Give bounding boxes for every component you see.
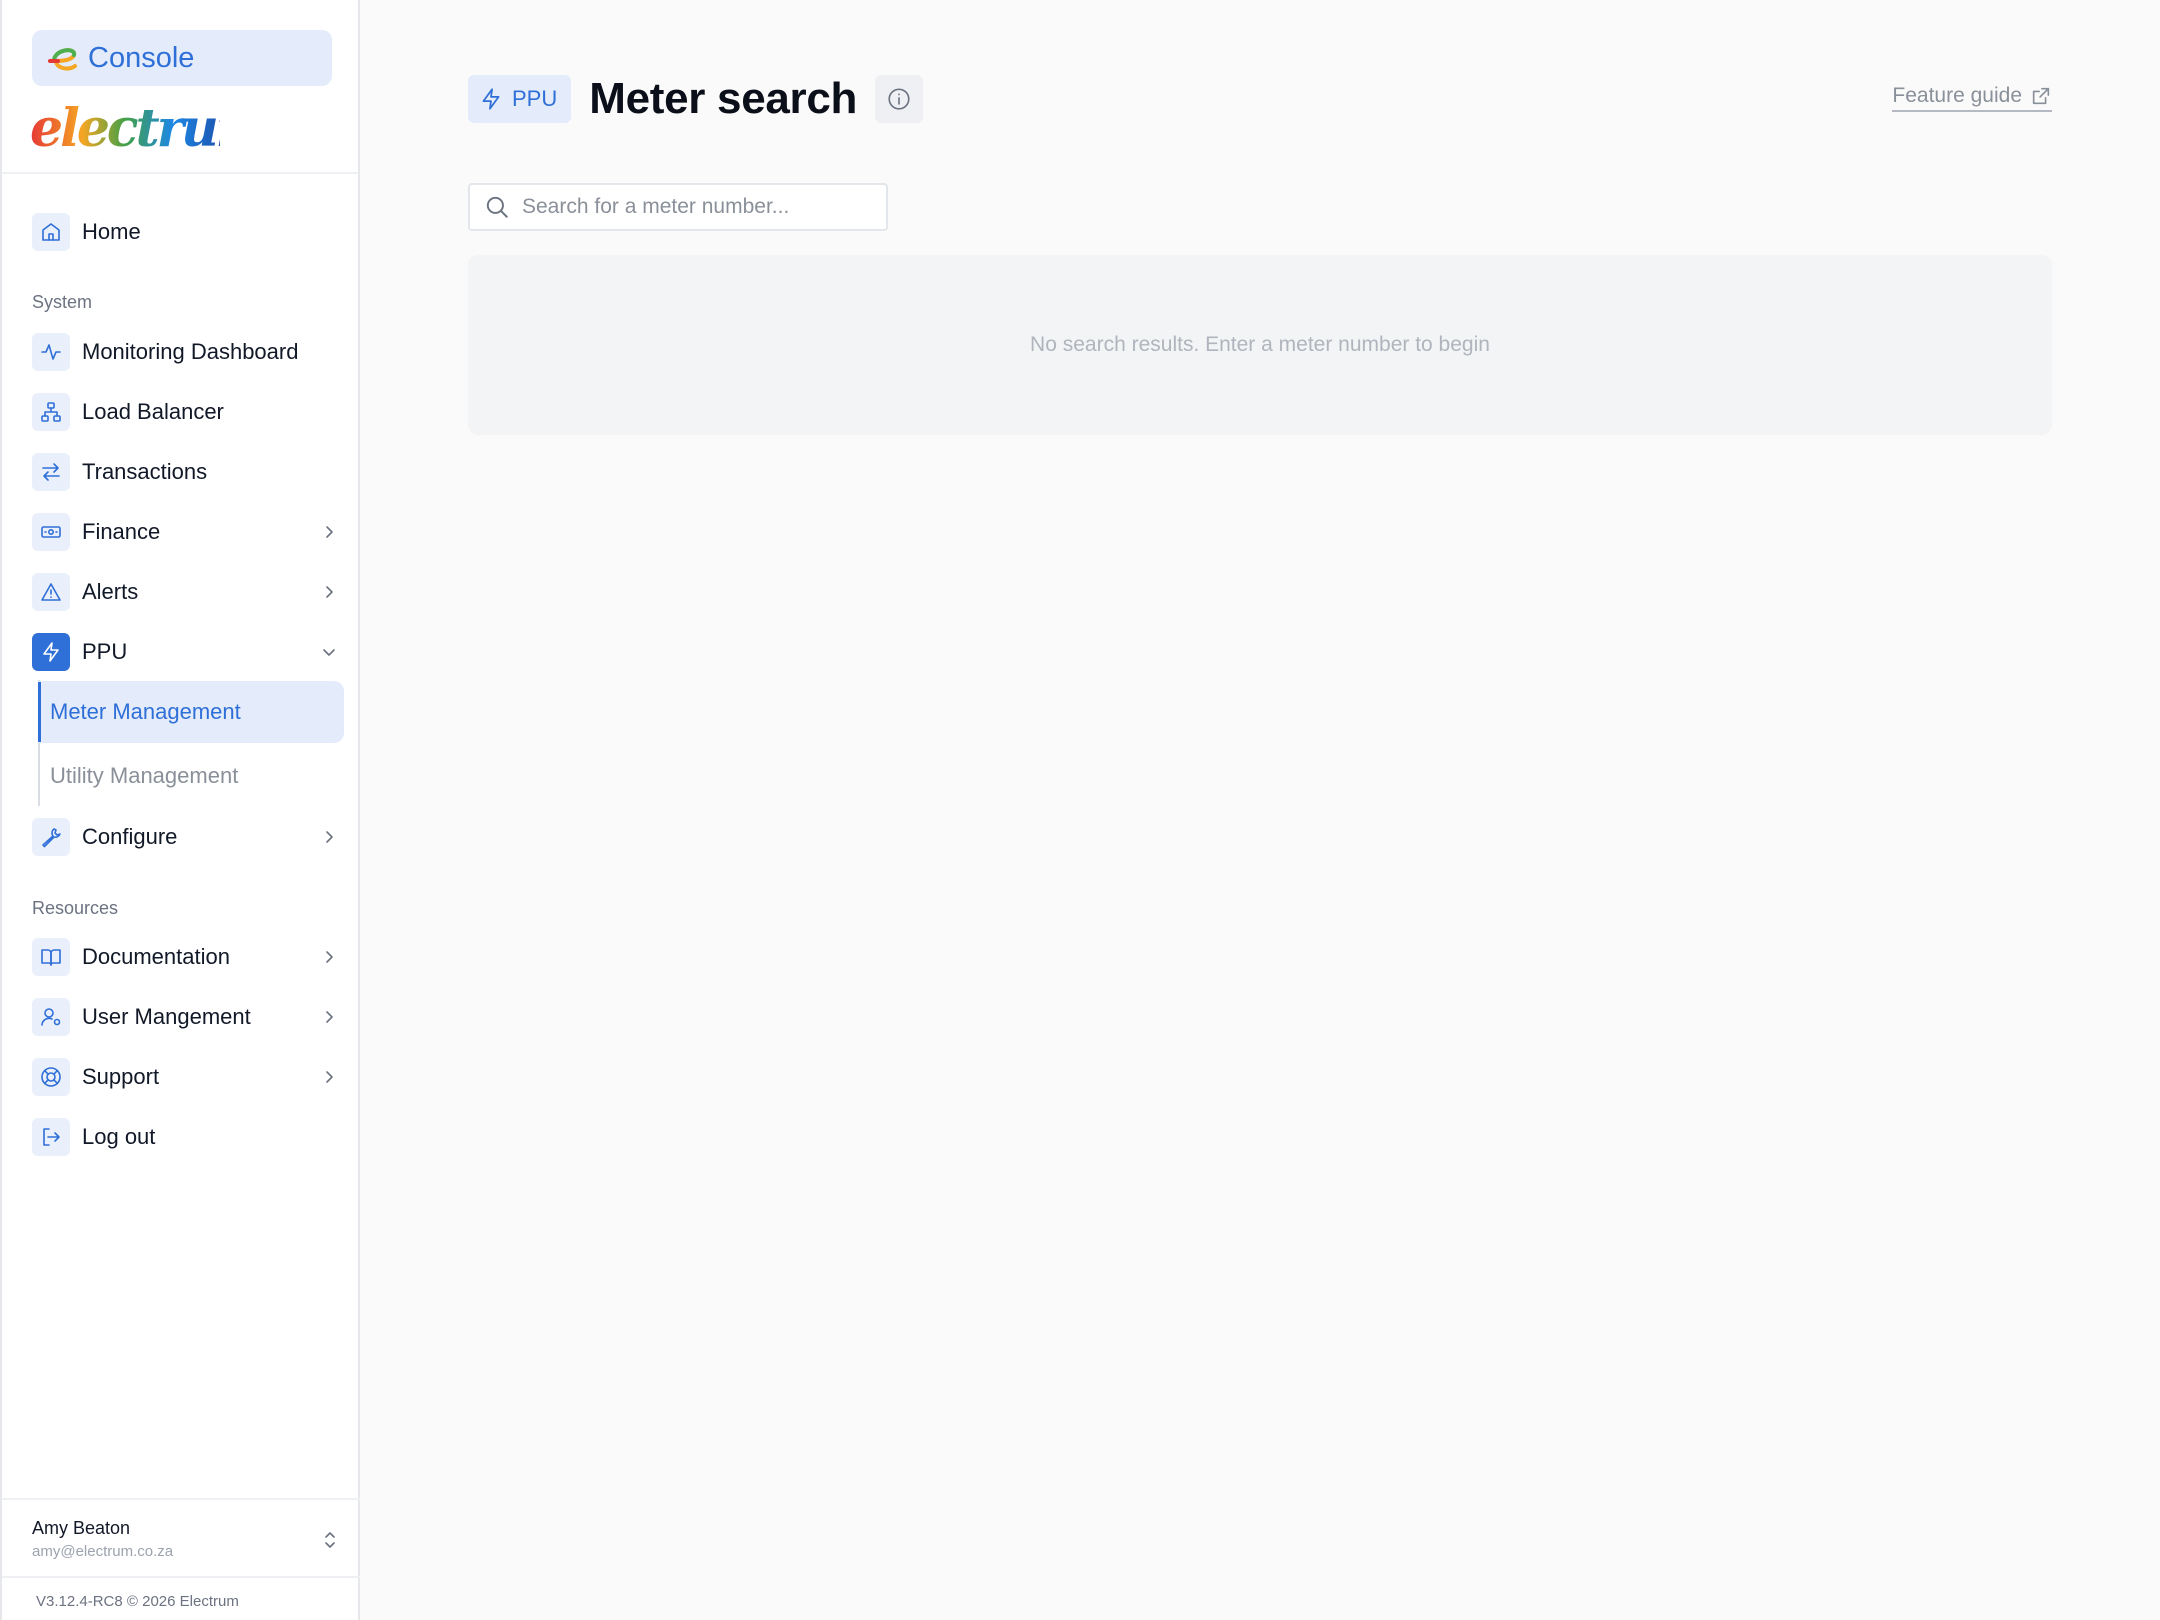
nav-item-user-management[interactable]: User Mangement xyxy=(32,995,342,1039)
brand-area: Console electrum xyxy=(2,0,358,174)
nav-item-label: Support xyxy=(82,1064,160,1089)
feature-guide-label: Feature guide xyxy=(1892,84,2022,107)
log-out-icon xyxy=(32,1118,70,1156)
info-icon xyxy=(888,88,910,110)
meter-search-box[interactable] xyxy=(468,183,888,231)
chevron-down-icon xyxy=(323,649,335,656)
main-content: PPU Meter search Feature guide No search… xyxy=(360,0,2160,1620)
nav-item-transactions[interactable]: Transactions xyxy=(32,450,342,494)
nav-item-monitoring-dashboard[interactable]: Monitoring Dashboard xyxy=(32,330,342,374)
nav-item-home[interactable]: Home xyxy=(32,210,342,254)
lightning-icon xyxy=(32,633,70,671)
nav-item-ppu[interactable]: PPU xyxy=(32,630,342,674)
nav-item-support[interactable]: Support xyxy=(32,1055,342,1099)
user-email: amy@electrum.co.za xyxy=(32,1543,174,1560)
version-footer: V3.12.4-RC8 © 2026 Electrum xyxy=(36,1593,239,1610)
nav-item-load-balancer[interactable]: Load Balancer xyxy=(32,390,342,434)
sidebar: Console electrum Home System xyxy=(0,0,360,1620)
feature-guide-link[interactable]: Feature guide xyxy=(1892,84,2052,112)
meter-search-input[interactable] xyxy=(522,195,882,219)
nav-item-finance[interactable]: Finance xyxy=(32,510,342,554)
chevron-right-icon xyxy=(326,951,333,963)
console-switcher[interactable]: Console xyxy=(32,30,332,86)
nav-item-label: PPU xyxy=(82,639,128,664)
page-header: PPU Meter search Feature guide xyxy=(468,74,2052,124)
life-buoy-icon xyxy=(32,1058,70,1096)
nav-item-configure[interactable]: Configure xyxy=(32,815,342,859)
electrum-e-icon xyxy=(48,48,77,71)
nav-item-documentation[interactable]: Documentation xyxy=(32,935,342,979)
search-results-panel: No search results. Enter a meter number … xyxy=(468,255,2052,435)
wrench-icon xyxy=(32,818,70,856)
chevron-right-icon xyxy=(326,1011,333,1023)
arrows-exchange-icon xyxy=(32,453,70,491)
book-open-icon xyxy=(32,938,70,976)
section-label-system: System xyxy=(32,292,93,312)
chevron-up-down-icon xyxy=(325,1532,335,1548)
electrum-logo: electrum xyxy=(30,98,220,159)
nav-item-label: Alerts xyxy=(82,579,139,604)
alert-triangle-icon xyxy=(32,573,70,611)
search-icon xyxy=(486,196,508,218)
nav-item-label: Configure xyxy=(82,824,178,849)
user-name: Amy Beaton xyxy=(32,1518,131,1538)
info-button[interactable] xyxy=(875,75,924,123)
nav-item-label: User Mangement xyxy=(82,1004,251,1029)
badge-label: PPU xyxy=(512,86,558,111)
lightning-icon xyxy=(482,88,500,110)
empty-state-message: No search results. Enter a meter number … xyxy=(1030,333,1490,356)
submenu-active-indicator xyxy=(38,682,41,742)
nav-item-label: Home xyxy=(82,219,141,244)
nav-item-label: Finance xyxy=(82,519,161,544)
activity-icon xyxy=(32,333,70,371)
nav-item-alerts[interactable]: Alerts xyxy=(32,570,342,614)
nav-item-label: Transactions xyxy=(82,459,208,484)
user-profile-menu[interactable]: Amy Beaton amy@electrum.co.za xyxy=(2,1498,360,1578)
chevron-right-icon xyxy=(326,526,333,538)
user-cog-icon xyxy=(32,998,70,1036)
nav-item-logout[interactable]: Log out xyxy=(32,1115,342,1159)
console-label: Console xyxy=(88,41,195,74)
section-label-resources: Resources xyxy=(32,898,119,918)
chevron-right-icon xyxy=(326,1071,333,1083)
nav-item-label: Monitoring Dashboard xyxy=(82,339,299,364)
nav-item-label: Load Balancer xyxy=(82,399,224,424)
chevron-right-icon xyxy=(326,831,333,843)
page-title: Meter search xyxy=(589,74,858,123)
external-link-icon xyxy=(2032,87,2050,105)
banknote-icon xyxy=(32,513,70,551)
ppu-badge: PPU xyxy=(468,75,572,123)
home-icon xyxy=(32,213,70,251)
sub-item-meter-management[interactable]: Meter Management xyxy=(38,681,344,743)
chevron-right-icon xyxy=(326,586,333,598)
sub-item-utility-management[interactable]: Utility Management xyxy=(38,745,344,807)
nav-item-label: Log out xyxy=(82,1124,156,1149)
nav-item-label: Documentation xyxy=(82,944,230,969)
network-icon xyxy=(32,393,70,431)
svg-text:electrum: electrum xyxy=(30,98,220,159)
